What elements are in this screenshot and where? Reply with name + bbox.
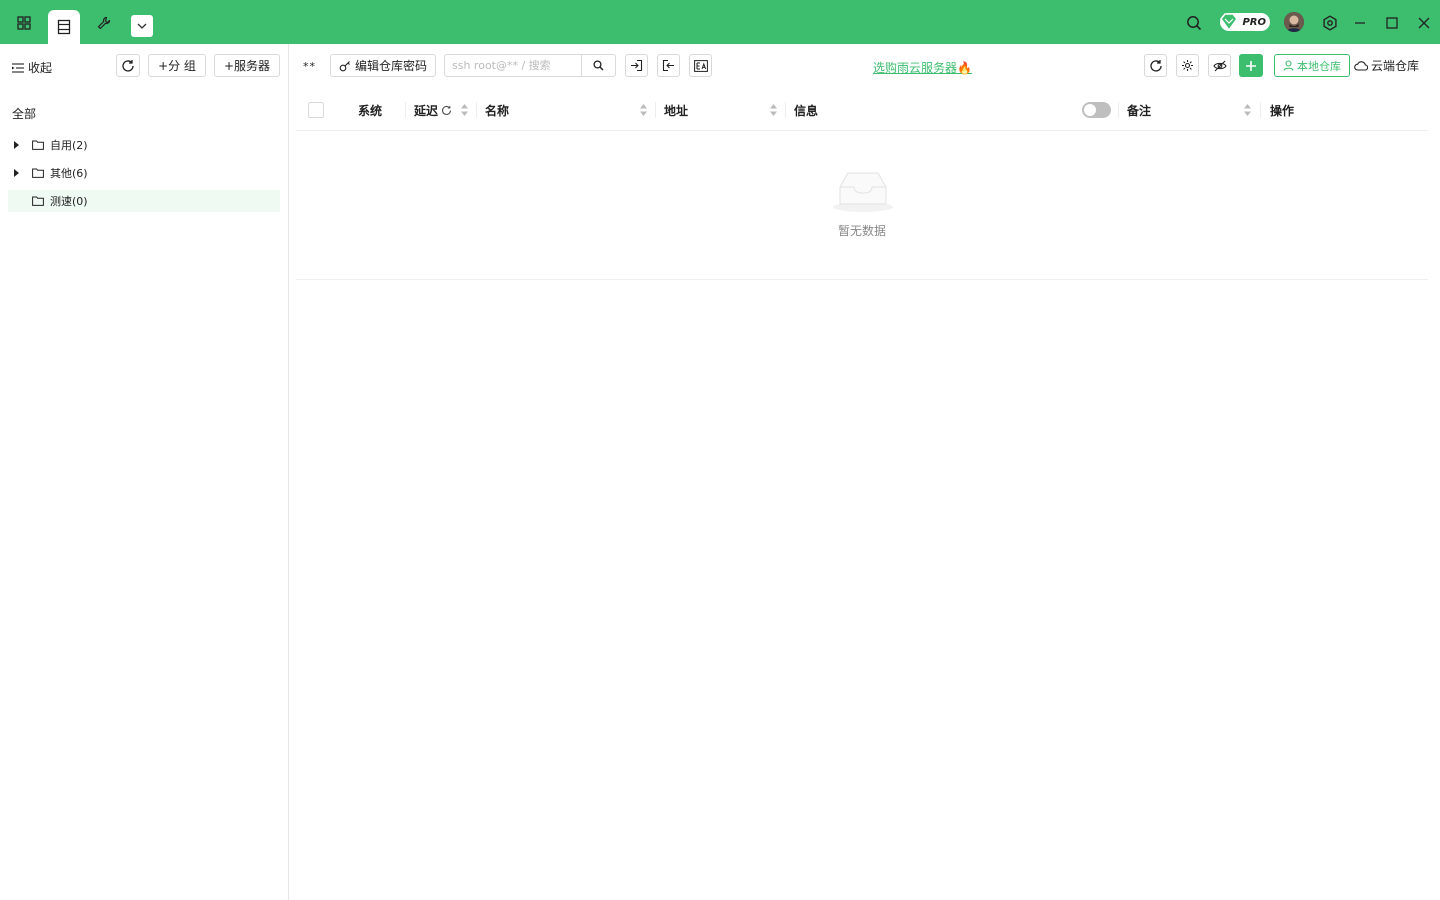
server-list-icon <box>57 19 71 35</box>
server-list-tab[interactable] <box>48 10 80 44</box>
sort-icon[interactable] <box>770 104 777 116</box>
edit-repo-password-button[interactable]: 编辑仓库密码 <box>330 54 436 77</box>
search-button[interactable] <box>581 55 615 76</box>
refresh-icon <box>122 59 134 72</box>
sort-icon[interactable] <box>640 104 647 116</box>
select-all-checkbox[interactable] <box>308 102 324 118</box>
refresh-icon <box>1149 59 1162 72</box>
user-icon <box>1283 60 1294 71</box>
search-icon <box>593 60 604 71</box>
cloud-icon <box>1354 61 1368 71</box>
key-icon <box>339 60 350 71</box>
server-table-header: 系统 延迟 名称 地址 信息 备注 操作 <box>296 90 1428 131</box>
import-icon <box>631 59 643 72</box>
pro-badge[interactable]: PRO <box>1220 13 1270 32</box>
column-info: 信息 <box>794 103 819 118</box>
minimize-icon[interactable] <box>1347 10 1373 36</box>
column-address[interactable]: 地址 <box>664 90 783 130</box>
eye-off-icon <box>1212 60 1227 71</box>
collapse-label: 收起 <box>28 61 53 75</box>
search-icon[interactable] <box>1181 10 1207 36</box>
export-button[interactable] <box>657 54 680 77</box>
chevron-down-icon <box>137 23 147 29</box>
settings-icon <box>1182 60 1193 71</box>
gem-icon <box>1220 13 1238 32</box>
column-remark[interactable]: 备注 <box>1127 90 1257 130</box>
masked-password-indicator: ** <box>303 60 316 73</box>
add-server-button[interactable]: +服务器 <box>214 54 280 77</box>
refresh-latency-icon[interactable] <box>441 105 452 116</box>
add-group-button[interactable]: +分 组 <box>148 54 206 77</box>
collapse-button[interactable]: 收起 <box>12 59 52 76</box>
main-toolbar: ** 编辑仓库密码 选购雨云服务器🔥 本地仓库 云端仓库 <box>290 44 1440 88</box>
local-repo-button[interactable]: 本地仓库 <box>1274 54 1350 77</box>
search-box <box>444 54 616 77</box>
group-label: 测速(0) <box>50 195 88 208</box>
translate-button[interactable] <box>689 54 712 77</box>
avatar[interactable] <box>1284 12 1304 32</box>
settings-icon[interactable] <box>1317 10 1343 36</box>
cloud-repo-label: 云端仓库 <box>1371 59 1420 73</box>
collapse-menu-icon <box>12 62 24 73</box>
folder-icon <box>32 196 50 206</box>
search-input[interactable] <box>445 55 581 76</box>
import-button[interactable] <box>625 54 648 77</box>
all-servers-label[interactable]: 全部 <box>12 105 36 122</box>
column-name[interactable]: 名称 <box>485 90 653 130</box>
group-item-speedtest[interactable]: 测速(0) <box>8 190 280 212</box>
title-bar: PRO <box>0 0 1440 44</box>
group-label: 自用(2) <box>50 139 88 152</box>
refresh-groups-button[interactable] <box>116 54 140 77</box>
column-system: 系统 <box>358 103 383 118</box>
empty-text: 暂无数据 <box>837 224 886 238</box>
folder-icon <box>32 140 50 150</box>
plus-icon <box>1246 60 1256 71</box>
pro-label: PRO <box>1242 16 1266 28</box>
caret-right-icon[interactable] <box>8 141 24 149</box>
cloud-repo-button[interactable]: 云端仓库 <box>1354 54 1419 77</box>
edit-repo-password-label: 编辑仓库密码 <box>354 59 427 73</box>
sort-icon[interactable] <box>1244 104 1251 116</box>
folder-icon <box>32 168 50 178</box>
refresh-button[interactable] <box>1144 54 1167 77</box>
local-repo-label: 本地仓库 <box>1297 59 1341 73</box>
info-toggle-switch[interactable] <box>1082 102 1111 118</box>
group-item-other[interactable]: 其他(6) <box>8 162 88 184</box>
caret-right-icon[interactable] <box>8 169 24 177</box>
maximize-icon[interactable] <box>1379 10 1405 36</box>
add-server-button[interactable] <box>1239 54 1263 77</box>
promo-link[interactable]: 选购雨云服务器🔥 <box>873 59 972 76</box>
group-label: 其他(6) <box>50 167 88 180</box>
grid-icon[interactable] <box>11 10 37 36</box>
empty-inbox-icon <box>833 172 893 212</box>
table-settings-button[interactable] <box>1176 54 1199 77</box>
column-actions: 操作 <box>1270 103 1295 118</box>
sidebar: 收起 +分 组 +服务器 全部 自用(2) 其他(6) 测速(0) <box>0 44 289 900</box>
translate-icon <box>693 59 708 72</box>
export-icon <box>662 59 674 72</box>
sort-icon[interactable] <box>461 104 468 116</box>
close-icon[interactable] <box>1411 10 1437 36</box>
tab-dropdown-button[interactable] <box>131 15 153 37</box>
empty-state: 暂无数据 <box>296 131 1428 280</box>
hide-sensitive-button[interactable] <box>1208 54 1231 77</box>
wrench-icon[interactable] <box>91 10 117 36</box>
group-item-self[interactable]: 自用(2) <box>8 134 88 156</box>
column-latency[interactable]: 延迟 <box>414 90 474 130</box>
